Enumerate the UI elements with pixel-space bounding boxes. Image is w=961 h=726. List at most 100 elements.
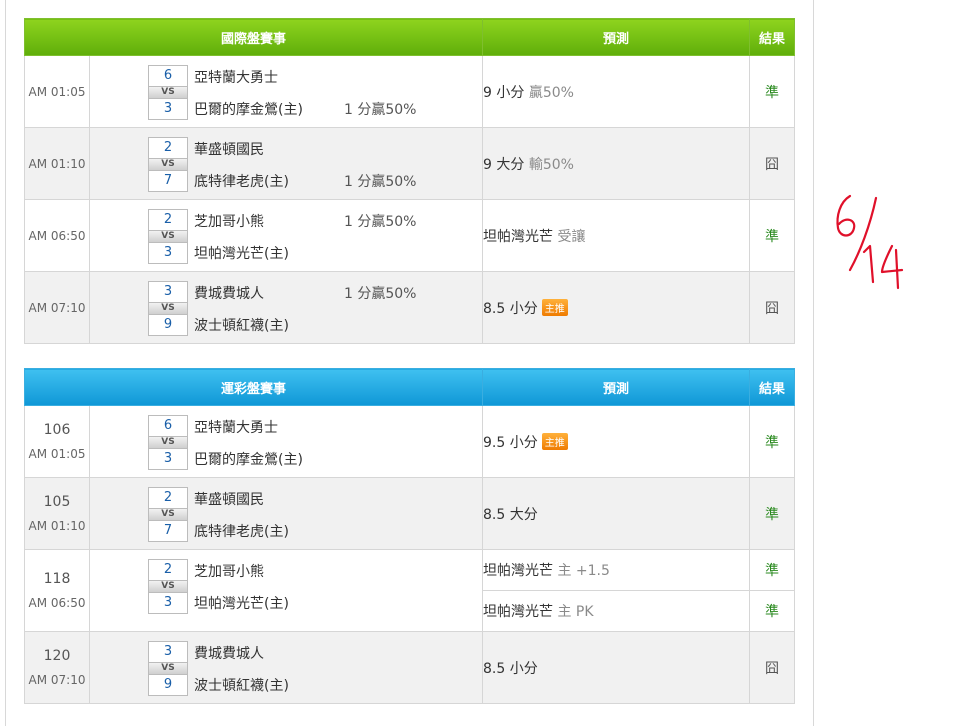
prediction-cell: 9 小分 贏50%: [482, 55, 751, 128]
prediction-main: 8.5 大分: [483, 506, 538, 523]
sport-result-header: 結果: [749, 368, 796, 406]
home-team-link[interactable]: 底特律老虎(主): [194, 521, 289, 541]
vs-label: VS: [149, 662, 187, 675]
home-team-link[interactable]: 底特律老虎(主): [194, 171, 289, 191]
away-team-link[interactable]: 華盛頓國民: [194, 489, 264, 509]
table-row: 105 AM 01:10 2 VS 7 華盛頓國民 底特律老虎(主) 8.5 大…: [24, 477, 796, 550]
table-row: AM 07:10 3 VS 9 費城費城人 波士頓紅襪(主) 1 分贏50% 8…: [24, 271, 796, 344]
home-score: 9: [163, 317, 173, 332]
game-time: AM 01:05: [28, 447, 86, 461]
prediction-cell: 8.5 小分: [482, 631, 751, 704]
match-cell: 3 VS 9 費城費城人 波士頓紅襪(主) 1 分贏50%: [88, 271, 484, 344]
match-cell: 2 VS 7 華盛頓國民 底特律老虎(主) 1 分贏50%: [88, 127, 484, 200]
match-cell: 2 VS 3 芝加哥小熊 坦帕灣光芒(主) 1 分贏50%: [88, 199, 484, 272]
prediction-cell: 坦帕灣光芒 受讓: [482, 199, 751, 272]
result-cell: 準: [749, 199, 796, 272]
result-cell: 準: [749, 477, 796, 550]
game-time-cell: 106 AM 01:05: [24, 405, 90, 478]
match-cell: 3 VS 9 費城費城人 波士頓紅襪(主): [88, 631, 484, 704]
away-team-link[interactable]: 芝加哥小熊: [194, 211, 264, 231]
prediction-main: 9 小分: [483, 84, 525, 101]
home-score: 3: [163, 101, 173, 116]
sport-board-body: 106 AM 01:05 6 VS 3 亞特蘭大勇士 巴爾的摩金鶯(主) 9.5…: [24, 405, 796, 704]
vs-label: VS: [149, 158, 187, 171]
intl-board-body: AM 01:05 6 VS 3 亞特蘭大勇士 巴爾的摩金鶯(主) 1 分贏50%…: [24, 55, 796, 344]
prediction-cell: 8.5 小分 主推: [482, 271, 751, 344]
away-score: 3: [163, 644, 173, 659]
handicap-text: 1 分贏50%: [344, 174, 417, 190]
page-right-border: [813, 0, 814, 726]
intl-prediction-header: 預測: [482, 18, 751, 56]
result-cell: 囧: [749, 271, 796, 344]
prediction-sub: 主 +1.5: [557, 563, 610, 579]
result-cell: 囧: [749, 127, 796, 200]
match-cell: 2 VS 7 華盛頓國民 底特律老虎(主): [88, 477, 484, 550]
match-cell: 6 VS 3 亞特蘭大勇士 巴爾的摩金鶯(主): [88, 405, 484, 478]
scorebox: 3 VS 9: [148, 281, 188, 336]
scorebox: 3 VS 9: [148, 641, 188, 696]
scorebox: 2 VS 3: [148, 209, 188, 264]
game-number: 105: [43, 494, 71, 510]
away-score: 6: [163, 418, 173, 433]
prediction-main: 8.5 小分: [483, 300, 538, 317]
home-team-link[interactable]: 波士頓紅襪(主): [194, 675, 289, 695]
prediction-main: 9 大分: [483, 156, 525, 173]
vs-label: VS: [149, 580, 187, 593]
vs-label: VS: [149, 508, 187, 521]
game-time: AM 07:10: [28, 673, 86, 687]
prediction-main: 8.5 小分: [483, 660, 538, 677]
away-score: 2: [163, 490, 173, 505]
vs-label: VS: [149, 302, 187, 315]
home-team-link[interactable]: 坦帕灣光芒(主): [194, 593, 289, 613]
prediction-main: 坦帕灣光芒: [483, 604, 554, 620]
prediction-main: 坦帕灣光芒: [483, 563, 554, 579]
game-time: AM 01:05: [24, 55, 90, 128]
sport-event-header: 運彩盤賽事: [23, 368, 484, 406]
prediction-sub: 贏50%: [528, 84, 574, 101]
result-cell: 準: [749, 55, 796, 128]
scorebox: 2 VS 3: [148, 559, 188, 614]
intl-result-header: 結果: [749, 18, 796, 56]
handicap-text: 1 分贏50%: [344, 102, 417, 118]
prediction-sub: 受讓: [557, 228, 586, 245]
result-cell: 囧: [749, 631, 796, 704]
away-team-link[interactable]: 費城費城人: [194, 643, 264, 663]
game-time: AM 06:50: [28, 596, 86, 610]
away-team-link[interactable]: 亞特蘭大勇士: [194, 417, 278, 437]
prediction-cell: 坦帕灣光芒 主 PK: [482, 590, 751, 632]
table-row: 118 AM 06:50 2 VS 3 芝加哥小熊 坦帕灣光芒(主) 坦帕灣光芒…: [24, 549, 796, 632]
handicap-text: 1 分贏50%: [344, 286, 417, 302]
game-time-cell: 105 AM 01:10: [24, 477, 90, 550]
home-team-link[interactable]: 波士頓紅襪(主): [194, 315, 289, 335]
prediction-main: 坦帕灣光芒: [483, 228, 554, 245]
away-score: 3: [163, 284, 173, 299]
table-row: AM 01:10 2 VS 7 華盛頓國民 底特律老虎(主) 1 分贏50% 9…: [24, 127, 796, 200]
home-team-link[interactable]: 巴爾的摩金鶯(主): [194, 449, 303, 469]
away-team-link[interactable]: 費城費城人: [194, 283, 264, 303]
table-row: 106 AM 01:05 6 VS 3 亞特蘭大勇士 巴爾的摩金鶯(主) 9.5…: [24, 405, 796, 478]
vs-label: VS: [149, 230, 187, 243]
featured-pick-badge: 主推: [541, 298, 568, 316]
prediction-sub: 主 PK: [557, 604, 594, 620]
intl-board-table: 國際盤賽事 預測 結果 AM 01:05 6 VS 3 亞特蘭大勇士 巴爾的摩金…: [23, 18, 796, 344]
away-team-link[interactable]: 芝加哥小熊: [194, 561, 264, 581]
vs-label: VS: [149, 436, 187, 449]
table-row: AM 01:05 6 VS 3 亞特蘭大勇士 巴爾的摩金鶯(主) 1 分贏50%…: [24, 55, 796, 128]
prediction-cell: 9 大分 輸50%: [482, 127, 751, 200]
away-score: 2: [163, 140, 173, 155]
featured-pick-badge: 主推: [541, 432, 568, 450]
away-team-link[interactable]: 華盛頓國民: [194, 139, 264, 159]
intl-event-header: 國際盤賽事: [23, 18, 484, 56]
home-score: 7: [163, 523, 173, 538]
handwritten-date-annotation: [836, 194, 904, 290]
away-team-link[interactable]: 亞特蘭大勇士: [194, 67, 278, 87]
prediction-cell: 8.5 大分: [482, 477, 751, 550]
home-team-link[interactable]: 坦帕灣光芒(主): [194, 243, 289, 263]
game-time: AM 01:10: [24, 127, 90, 200]
scorebox: 6 VS 3: [148, 65, 188, 120]
result-cell: 準: [749, 549, 796, 591]
scorebox: 2 VS 7: [148, 137, 188, 192]
home-team-link[interactable]: 巴爾的摩金鶯(主): [194, 99, 303, 119]
game-time-cell: 120 AM 07:10: [24, 631, 90, 704]
page-left-border: [5, 0, 6, 726]
